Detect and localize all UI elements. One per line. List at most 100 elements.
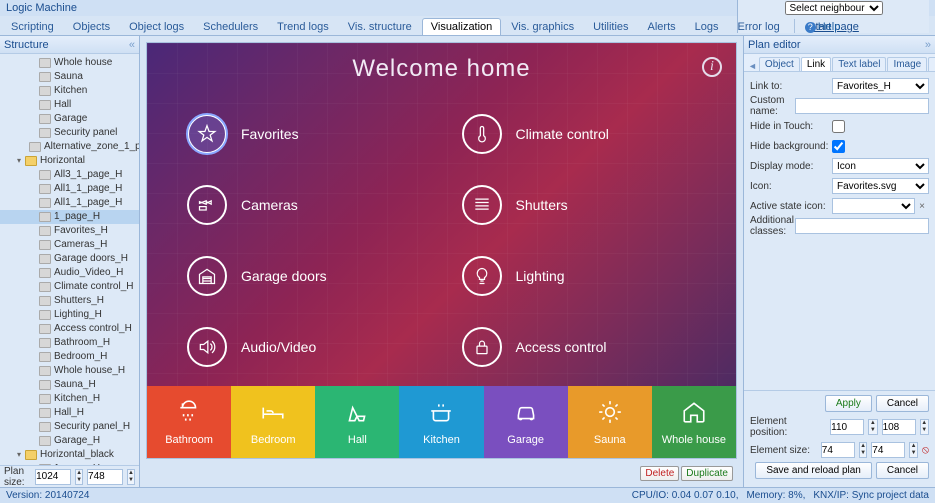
pos-y-input[interactable] <box>882 419 916 435</box>
tab-utilities[interactable]: Utilities <box>584 18 637 35</box>
tab-trend-logs[interactable]: Trend logs <box>268 18 338 35</box>
tree-item[interactable]: Cameras_H <box>0 238 139 252</box>
link-to-select[interactable]: Favorites_H <box>832 78 929 94</box>
collapse-icon[interactable]: « <box>129 39 135 51</box>
tab-vis-structure[interactable]: Vis. structure <box>339 18 421 35</box>
tree-item[interactable]: Favorites_H <box>0 224 139 238</box>
save-reload-button[interactable]: Save and reload plan <box>755 462 872 479</box>
prop-tab-text-label[interactable]: Text label <box>832 57 886 71</box>
lock-aspect-icon[interactable]: ⦸ <box>922 444 929 457</box>
prop-tab-link[interactable]: Link <box>801 57 831 71</box>
tree-item[interactable]: Shutters_H <box>0 294 139 308</box>
knx-status[interactable]: KNX/IP: Sync project data <box>813 490 929 501</box>
canvas-icon-star[interactable]: Favorites <box>187 103 422 164</box>
neighbours-select[interactable]: Select neighbour <box>785 1 883 15</box>
canvas[interactable]: Welcome home i FavoritesClimate controlC… <box>147 43 736 458</box>
tab-scripting[interactable]: Scripting <box>2 18 63 35</box>
tree-item[interactable]: Garage doors_H <box>0 252 139 266</box>
room-bedroom[interactable]: Bedroom <box>231 386 315 458</box>
tree-item[interactable]: All1_1_page_H <box>0 182 139 196</box>
tab-object-logs[interactable]: Object logs <box>120 18 193 35</box>
tree-item[interactable]: Climate control_H <box>0 280 139 294</box>
tree-item[interactable]: Whole house <box>0 56 139 70</box>
tree-item[interactable]: Bedroom_H <box>0 350 139 364</box>
canvas-icon-shutters[interactable]: Shutters <box>462 174 697 235</box>
tree-item[interactable]: Sauna <box>0 70 139 84</box>
hide-bg-checkbox[interactable] <box>832 140 845 153</box>
tree-item[interactable]: Hall_H <box>0 406 139 420</box>
room-garage[interactable]: Garage <box>484 386 568 458</box>
cancel-button-2[interactable]: Cancel <box>876 462 929 479</box>
pos-y-spinner[interactable]: ▲▼ <box>920 419 929 435</box>
tree-item[interactable]: Garage_H <box>0 434 139 448</box>
prop-tab-image[interactable]: Image <box>887 57 927 71</box>
plan-w-spinner[interactable]: ▲▼ <box>75 469 83 485</box>
tab-objects[interactable]: Objects <box>64 18 119 35</box>
canvas-icon-thermo[interactable]: Climate control <box>462 103 697 164</box>
apply-button[interactable]: Apply <box>825 395 872 412</box>
structure-tree[interactable]: Whole houseSaunaKitchenHallGarageSecurit… <box>0 54 139 465</box>
prop-tab-frame[interactable]: Frame <box>928 57 935 71</box>
hide-touch-checkbox[interactable] <box>832 120 845 133</box>
prop-tabs-left[interactable]: ◄ <box>746 61 759 71</box>
tree-item[interactable]: Hall <box>0 98 139 112</box>
delete-button[interactable]: Delete <box>640 466 679 481</box>
pos-x-input[interactable] <box>830 419 864 435</box>
plan-height-input[interactable] <box>87 469 123 485</box>
tree-item[interactable]: Security panel <box>0 126 139 140</box>
icon-select[interactable]: Favorites.svg <box>832 178 929 194</box>
canvas-icon-camera[interactable]: Cameras <box>187 174 422 235</box>
cancel-button[interactable]: Cancel <box>876 395 929 412</box>
tab-logs[interactable]: Logs <box>686 18 728 35</box>
tab-schedulers[interactable]: Schedulers <box>194 18 267 35</box>
room-hall[interactable]: Hall <box>315 386 399 458</box>
info-icon[interactable]: i <box>702 57 722 77</box>
custom-name-label: Custom name: <box>750 95 795 117</box>
plan-width-input[interactable] <box>35 469 71 485</box>
tree-item[interactable]: Alternative_zone_1_page_2 <box>0 140 139 154</box>
tree-item[interactable]: Kitchen <box>0 84 139 98</box>
display-mode-select[interactable]: Icon <box>832 158 929 174</box>
tree-item[interactable]: Whole house_H <box>0 364 139 378</box>
tree-item[interactable]: ▾Horizontal <box>0 154 139 168</box>
size-w-spinner[interactable]: ▲▼ <box>859 442 868 458</box>
tree-item[interactable]: Audio_Video_H <box>0 266 139 280</box>
room-kitchen[interactable]: Kitchen <box>399 386 483 458</box>
tree-item[interactable]: 1_page_H <box>0 210 139 224</box>
prop-tab-object[interactable]: Object <box>759 57 800 71</box>
duplicate-button[interactable]: Duplicate <box>681 466 733 481</box>
tree-item[interactable]: Bathroom_H <box>0 336 139 350</box>
room-sauna[interactable]: Sauna <box>568 386 652 458</box>
tree-item[interactable]: Garage <box>0 112 139 126</box>
pos-x-spinner[interactable]: ▲▼ <box>868 419 877 435</box>
help-link[interactable]: ?Help <box>799 19 847 35</box>
shutters-icon <box>462 185 502 225</box>
room-whole-house[interactable]: Whole house <box>652 386 736 458</box>
active-icon-select[interactable] <box>832 198 915 214</box>
tree-item[interactable]: All3_1_page_H <box>0 168 139 182</box>
additional-classes-input[interactable] <box>795 218 929 234</box>
clear-icon[interactable]: × <box>915 201 929 212</box>
tree-item[interactable]: All1_1_page_H <box>0 196 139 210</box>
custom-name-input[interactable] <box>795 98 929 114</box>
collapse-right-icon[interactable]: » <box>925 39 931 51</box>
canvas-icon-garage[interactable]: Garage doors <box>187 246 422 307</box>
size-h-input[interactable] <box>871 442 905 458</box>
tree-item[interactable]: Sauna_H <box>0 378 139 392</box>
plan-h-spinner[interactable]: ▲▼ <box>127 469 135 485</box>
tree-item[interactable]: Lighting_H <box>0 308 139 322</box>
tree-item[interactable]: Kitchen_H <box>0 392 139 406</box>
canvas-icon-lock[interactable]: Access control <box>462 317 697 378</box>
canvas-icon-bulb[interactable]: Lighting <box>462 246 697 307</box>
room-bathroom[interactable]: Bathroom <box>147 386 231 458</box>
size-h-spinner[interactable]: ▲▼ <box>909 442 918 458</box>
tree-item[interactable]: Security panel_H <box>0 420 139 434</box>
tree-item[interactable]: Access control_H <box>0 322 139 336</box>
tab-visualization[interactable]: Visualization <box>422 18 502 35</box>
tree-item[interactable]: ▾Horizontal_black <box>0 448 139 462</box>
tab-vis-graphics[interactable]: Vis. graphics <box>502 18 583 35</box>
tab-error-log[interactable]: Error log <box>729 18 789 35</box>
size-w-input[interactable] <box>821 442 855 458</box>
canvas-icon-speaker[interactable]: Audio/Video <box>187 317 422 378</box>
tab-alerts[interactable]: Alerts <box>639 18 685 35</box>
